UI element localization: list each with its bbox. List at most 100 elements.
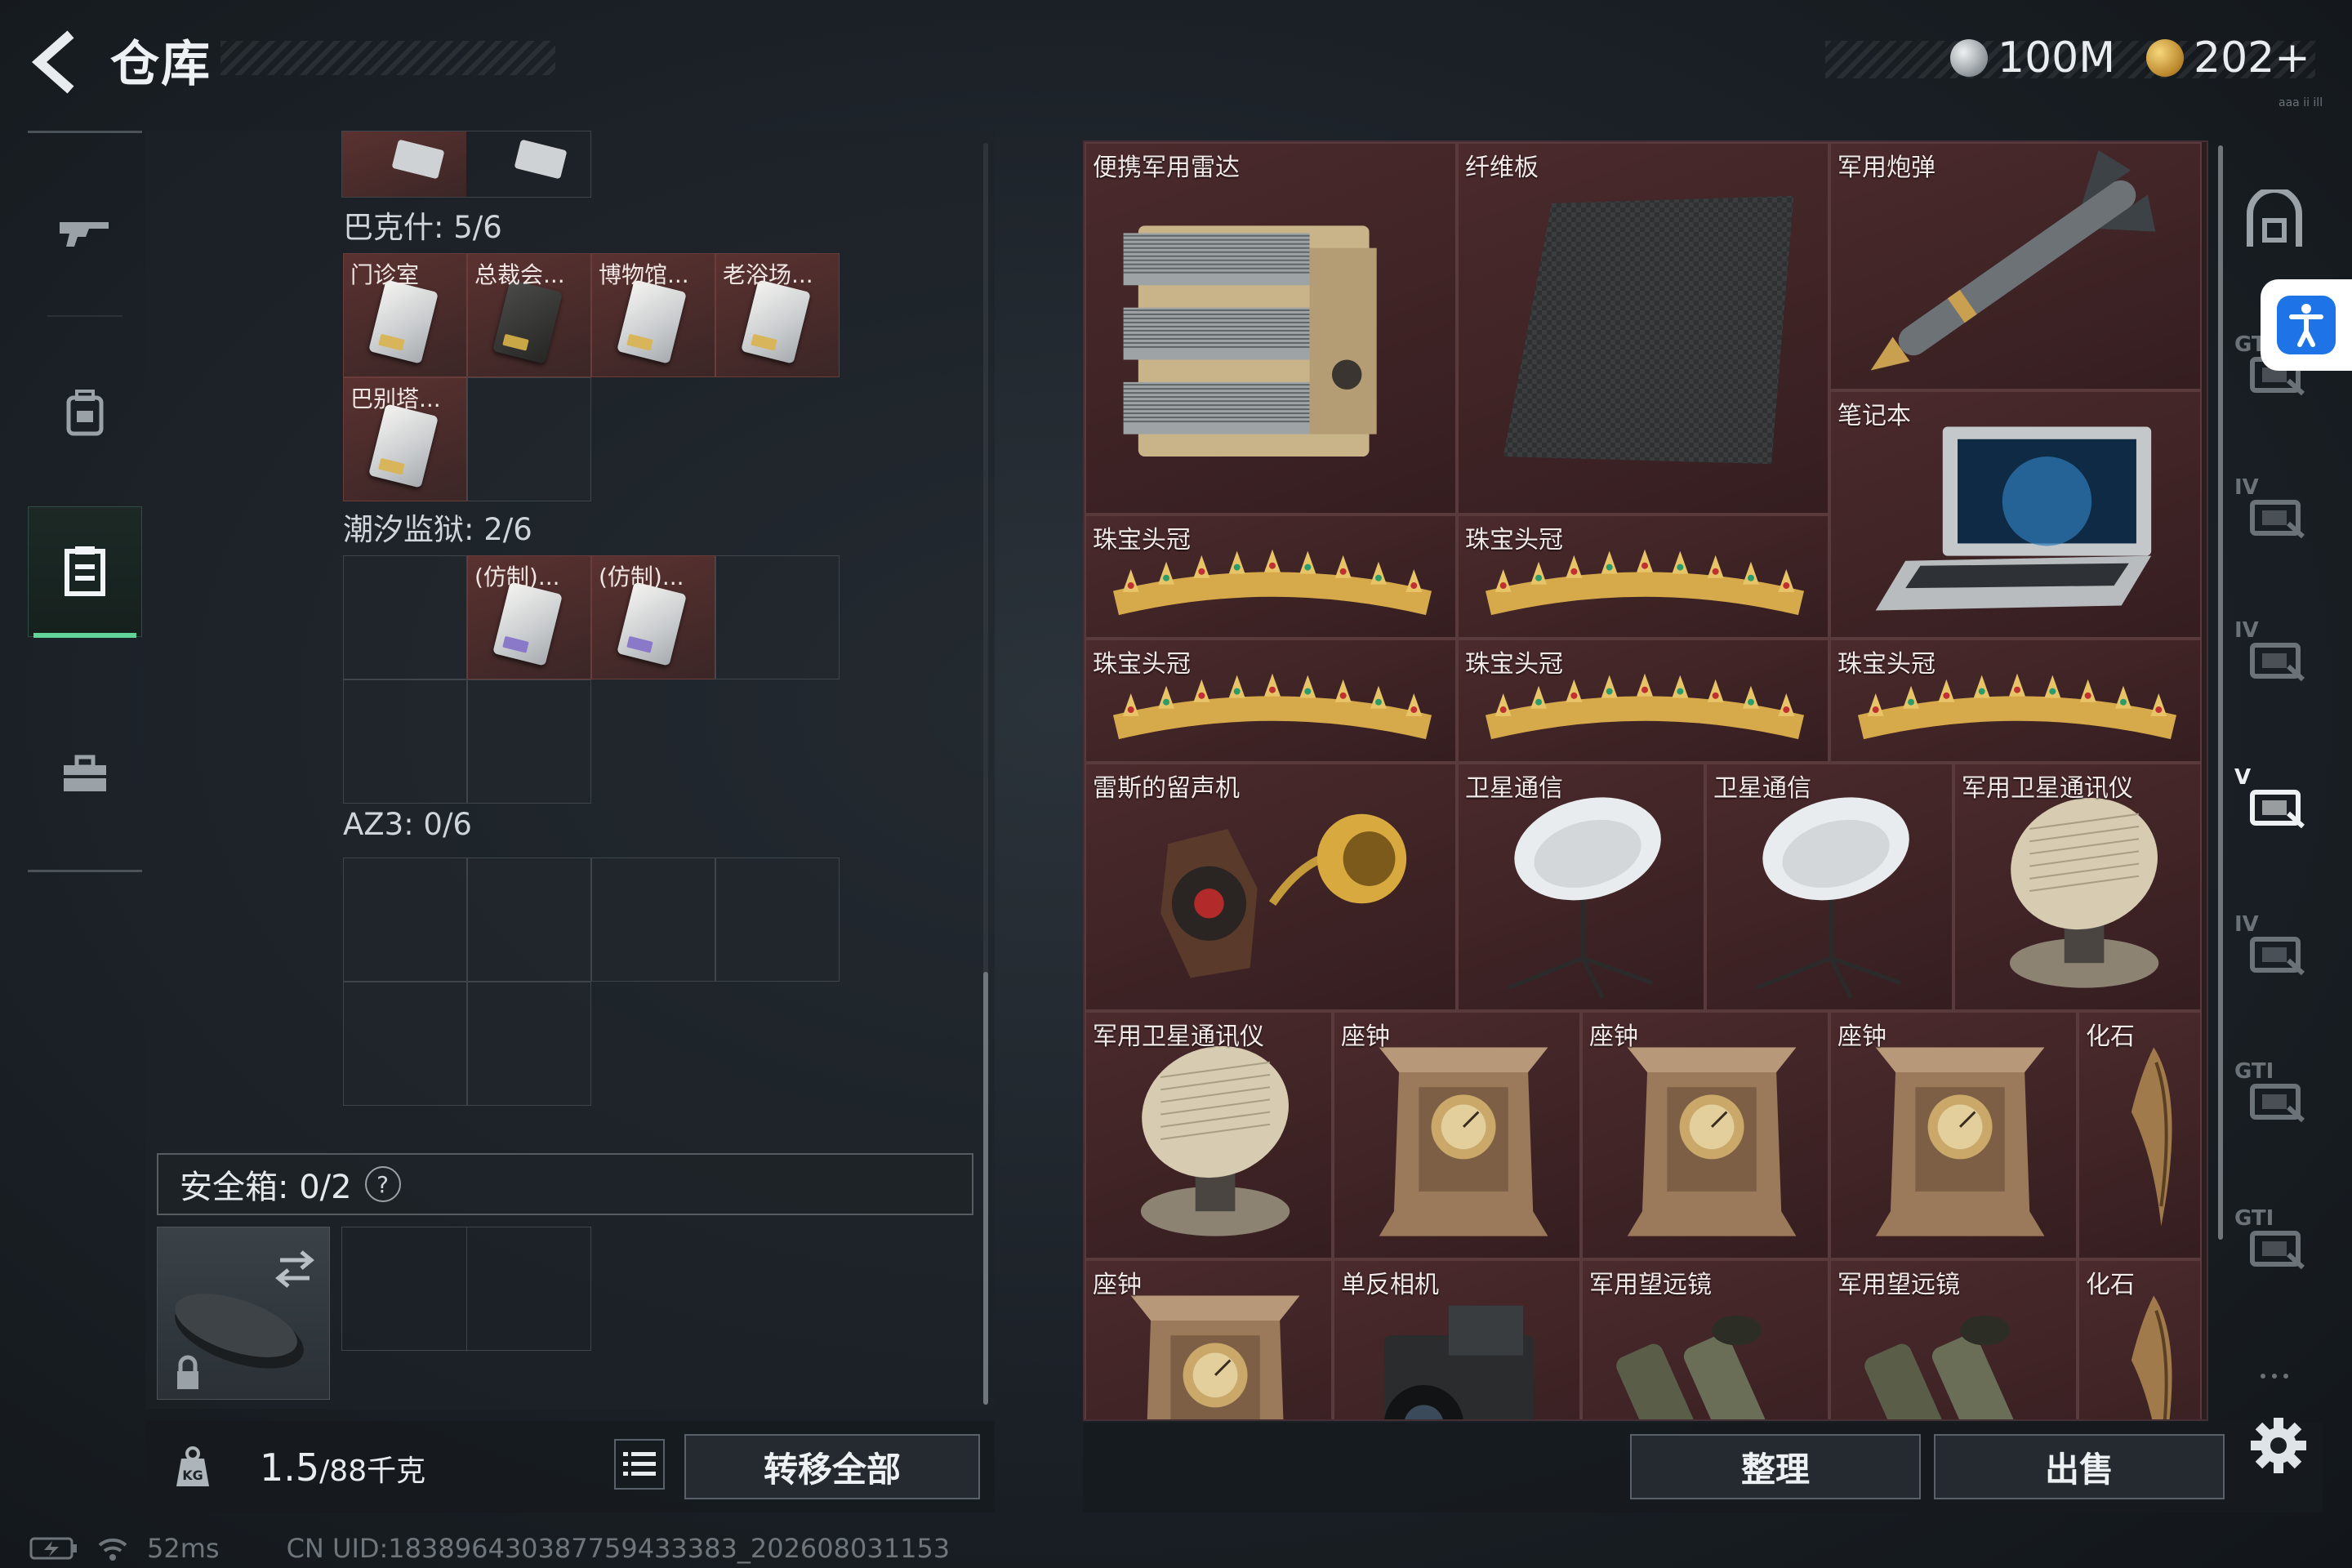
currency-gold-value: 202+ (2194, 33, 2310, 82)
stash-item-name: 军用炮弹 (1838, 154, 1936, 182)
right-rail-item[interactable] (2230, 167, 2319, 274)
list-view-button[interactable] (614, 1439, 665, 1490)
keycard-icon (617, 279, 687, 364)
currency-gold[interactable]: 202+ (2146, 29, 2310, 87)
rail-weapons[interactable] (28, 167, 142, 298)
stash-item-clock[interactable]: 座钟 (1333, 1011, 1581, 1259)
keycard-slot[interactable]: 巴别塔... (343, 377, 467, 501)
stash-item-name: 珠宝头冠 (1838, 650, 1936, 679)
right-rail-item[interactable]: IV (2230, 457, 2319, 564)
stash-item-name: 珠宝头冠 (1465, 526, 1563, 555)
warehouse-locker-icon (65, 546, 105, 596)
stash-item-name: 座钟 (1341, 1022, 1390, 1051)
backpack-icon (66, 390, 104, 436)
keycard-slot-empty[interactable] (715, 858, 840, 982)
accessibility-button[interactable] (2261, 279, 2352, 371)
right-rail-tag: GTI (2234, 1059, 2274, 1084)
stash-item-name: 座钟 (1589, 1022, 1638, 1051)
stash-item-name: 便携军用雷达 (1093, 154, 1240, 182)
keycard-section-label: 巴克什: 5/6 (343, 210, 502, 245)
ping-text: 52ms (147, 1533, 220, 1564)
stash-item-tiara[interactable]: 珠宝头冠 (1085, 639, 1457, 763)
back-button[interactable] (24, 29, 90, 95)
stash-item-dish[interactable]: 卫星通信 (1705, 763, 1953, 1011)
weight-max: /88千克 (319, 1454, 426, 1488)
keycard-icon (368, 403, 439, 488)
keycard-slot-empty[interactable] (343, 982, 467, 1106)
keycard-slot-empty[interactable] (343, 679, 467, 804)
weight-kg-icon: KG (173, 1444, 212, 1490)
keycard-slot[interactable]: 老浴场... (715, 253, 840, 377)
keycard-slot[interactable]: 总裁会... (467, 253, 591, 377)
uid-text: CN UID:18389643038775943338​3_2026080311… (286, 1533, 951, 1564)
stash-item-clock[interactable]: 座钟 (1085, 1259, 1333, 1419)
more-icon (2261, 1374, 2288, 1379)
stash-item-name: 珠宝头冠 (1093, 650, 1191, 679)
right-rail-item[interactable]: IV (2230, 600, 2319, 706)
radar-icon (1123, 225, 1377, 457)
keycard-slot-empty[interactable] (591, 858, 715, 982)
keycard-slot[interactable]: (仿制)... (467, 555, 591, 679)
stash-item-laptop[interactable]: 笔记本 (1829, 390, 2202, 639)
keycard-slot-empty[interactable] (467, 377, 591, 501)
keycard-slot-empty[interactable] (715, 555, 840, 679)
stash-item-fossil[interactable]: 化石 (2078, 1259, 2202, 1419)
stash-item-binoculars[interactable]: 军用望远镜 (1829, 1259, 2078, 1419)
stash-item-clock[interactable]: 座钟 (1581, 1011, 1829, 1259)
keycard-slot-empty[interactable] (467, 858, 591, 982)
rail-backpack[interactable] (28, 347, 142, 478)
stash-item-satcom[interactable]: 军用卫星通讯仪 (1085, 1011, 1333, 1259)
stash-item-name: 卫星通信 (1713, 774, 1811, 803)
keycard-slot[interactable]: 博物馆... (591, 253, 715, 377)
keycard-icon (492, 279, 563, 364)
stash-item-name: 纤维板 (1465, 154, 1539, 182)
stash-item-radar[interactable]: 便携军用雷达 (1085, 142, 1457, 514)
rail-toolbox[interactable] (28, 709, 142, 840)
keycard-icon (368, 279, 439, 364)
right-rail-tag: IV (2234, 912, 2259, 937)
stash-item-tiara[interactable]: 珠宝头冠 (1457, 639, 1829, 763)
keycard-slot-empty[interactable] (467, 982, 591, 1106)
stash-item-tiara[interactable]: 珠宝头冠 (1085, 514, 1457, 639)
keycard-section-label: AZ3: 0/6 (343, 807, 472, 842)
weight-current: 1.5 (260, 1446, 320, 1490)
safe-box-item[interactable] (157, 1227, 330, 1400)
keycard-slot[interactable]: (仿制)... (591, 555, 715, 679)
stash-item-binoculars[interactable]: 军用望远镜 (1581, 1259, 1829, 1419)
weight-readout: 1.5/88千克 (260, 1446, 425, 1490)
stash-item-camera[interactable]: 单反相机 (1333, 1259, 1581, 1419)
stash-item-gramophone[interactable]: 雷斯的留声机 (1085, 763, 1457, 1011)
keycard-slot[interactable]: 门诊室 (343, 253, 467, 377)
stash-item-fossil[interactable]: 化石 (2078, 1011, 2202, 1259)
currency-silver[interactable]: 100M (1950, 29, 2115, 87)
sell-button[interactable]: 出售 (1934, 1434, 2225, 1499)
keycard-name: (仿制)... (474, 564, 560, 590)
transfer-all-button[interactable]: 转移全部 (684, 1434, 980, 1499)
help-icon[interactable]: ? (364, 1166, 401, 1202)
safe-box-label: 安全箱: 0/2 (180, 1169, 352, 1206)
stash-item-tiara[interactable]: 珠宝头冠 (1457, 514, 1829, 639)
carbon-icon (1503, 195, 1794, 465)
stash-item-dish[interactable]: 卫星通信 (1457, 763, 1705, 1011)
keycard-slot-empty[interactable] (467, 679, 591, 804)
rail-warehouse[interactable] (28, 506, 142, 638)
stash-scrollbar[interactable] (2218, 145, 2223, 1240)
stash-item-clock[interactable]: 座钟 (1829, 1011, 2078, 1259)
stash-item-carbon[interactable]: 纤维板 (1457, 142, 1829, 514)
right-rail-item[interactable] (2230, 1323, 2319, 1429)
sort-button[interactable]: 整理 (1630, 1434, 1921, 1499)
stash-item-tiara[interactable]: 珠宝头冠 (1829, 639, 2202, 763)
stash-item-satcom[interactable]: 军用卫星通讯仪 (1953, 763, 2202, 1011)
stash-grid: 便携军用雷达 纤维板 军用炮弹 笔记本 珠宝头冠 珠宝头冠 珠宝头冠 珠宝头冠 … (1083, 140, 2208, 1421)
keycard-slot-empty[interactable] (343, 555, 467, 679)
stash-item-missile[interactable]: 军用炮弹 (1829, 142, 2202, 390)
keycard-scrollbar-thumb[interactable] (983, 972, 988, 1405)
keycard-name: 巴别塔... (350, 385, 441, 412)
right-rail-tag: GTI (2234, 1206, 2274, 1231)
keycard-slot-empty[interactable] (343, 858, 467, 982)
right-rail-item[interactable]: GTI (2230, 1188, 2319, 1294)
right-rail-item[interactable]: IV (2230, 894, 2319, 1000)
right-rail-item[interactable]: GTI (2230, 1041, 2319, 1147)
right-rail-item[interactable]: V (2230, 747, 2319, 853)
safe-box-header[interactable]: 安全箱: 0/2 ? (157, 1153, 973, 1215)
